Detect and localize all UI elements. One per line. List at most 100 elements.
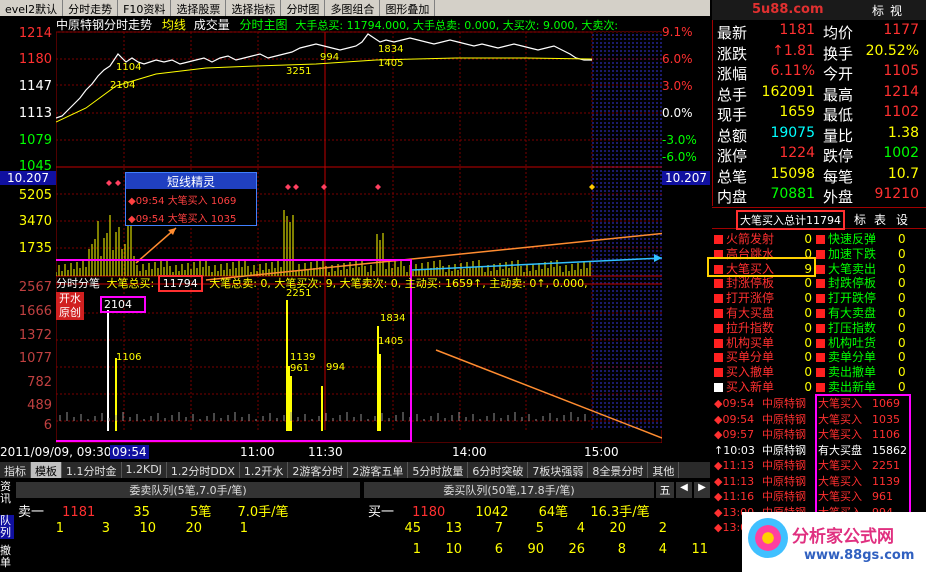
signal-checkbox[interactable] (816, 368, 825, 378)
event-time: ◆09:57 (714, 428, 755, 441)
signal-checkbox[interactable] (816, 309, 825, 318)
popup-row-2: ◆09:54 大笔买入 1035 (128, 214, 237, 225)
signal-checkbox[interactable] (714, 338, 723, 348)
prev-button[interactable]: ◀ (676, 482, 692, 498)
buy-head-c: 1042 (475, 505, 509, 520)
indicator-tab-11[interactable]: 8全景分时 (588, 462, 649, 478)
signal-checkbox[interactable] (816, 235, 825, 244)
event-stock: 中原特钢 (762, 443, 806, 457)
quote-value-3: 162091 (761, 83, 815, 100)
quote-label2-0: 均价 (823, 24, 854, 42)
summary-btn-setting[interactable]: 设 (896, 211, 908, 228)
signal-checkbox[interactable] (714, 323, 723, 333)
quote-value-4: 1659 (779, 104, 815, 120)
buy-head-e: 16.3手/笔 (590, 505, 650, 520)
quote-value2-7: 10.7 (887, 165, 919, 182)
signal-checkbox[interactable] (816, 294, 825, 304)
indicator-tab-1[interactable]: 模板 (31, 462, 62, 478)
indicator-tab-4[interactable]: 1.2分时DDX (167, 462, 240, 478)
menu-item-3[interactable]: 选择股票 (171, 0, 227, 16)
summary-btn-mark[interactable]: 标 (854, 211, 866, 228)
signal-checkbox[interactable] (714, 279, 723, 289)
lower-axis-2: 1666 (18, 304, 52, 319)
side-tab-cancel[interactable]: 撤单 (0, 545, 14, 569)
event-stock: 中原特钢 (762, 397, 806, 410)
five-button[interactable]: 五 (656, 482, 674, 498)
lower-pane-title: 分时分笔 大笔总买: 11794 大笔总卖: 0, 大笔买次: 9, 大笔卖次:… (56, 275, 588, 292)
quote-value-5: 19075 (770, 124, 815, 141)
menu-item-1[interactable]: 分时走势 (63, 0, 119, 16)
signal-checkbox[interactable] (816, 279, 825, 289)
price-axis-1: 1214 (18, 26, 52, 41)
quote-value-1: ↑1.81 (772, 42, 815, 59)
bar-label-1834: 1834 (380, 313, 406, 324)
pct-axis-3: 3.0% (662, 79, 693, 93)
indicator-tab-6[interactable]: 2游客分时 (288, 462, 349, 478)
event-stock: 中原特钢 (762, 459, 806, 472)
indicator-tab-5[interactable]: 1.2开水 (240, 462, 289, 478)
signal-checkbox[interactable] (714, 235, 723, 244)
quote-value2-1: 20.52% (865, 42, 919, 59)
indicator-tab-10[interactable]: 7板块强弱 (528, 462, 589, 478)
signal-checkbox[interactable] (816, 353, 825, 363)
quote-label-0: 最新 (717, 24, 748, 42)
short-signal-popup[interactable]: 短线精灵 ◆09:54 大笔买入 1069 ◆09:54 大笔买入 1035 (125, 172, 257, 226)
signal-checkbox[interactable] (714, 383, 723, 392)
side-tab-news[interactable]: 资讯 (0, 481, 14, 505)
indicator-tab-12[interactable]: 其他 (648, 462, 680, 478)
watermark: 分析家公式网 www.88gs.com (742, 512, 926, 572)
event-time: ◆09:54 (714, 397, 755, 410)
signal-checkbox[interactable] (816, 249, 825, 259)
lower-axis-3: 1372 (18, 328, 52, 343)
view-button[interactable]: 视 (890, 2, 902, 19)
indicator-tab-3[interactable]: 1.2KDJ (122, 462, 167, 478)
price-axis-2: 1180 (18, 52, 52, 67)
signal-checkbox[interactable] (816, 383, 825, 392)
vol-axis-1: 5205 (18, 188, 52, 203)
quote-value-2: 6.11% (770, 63, 815, 79)
indicator-tab-2[interactable]: 1.1分时金 (62, 462, 122, 478)
summary-btn-table[interactable]: 表 (874, 211, 886, 228)
summary-box[interactable]: 大笔买入总计11794 (736, 210, 845, 230)
signal-b-label: 卖出新单 (828, 380, 877, 394)
buy-queue-cell: 2 (658, 521, 667, 536)
indicator-tab-9[interactable]: 6分时突破 (468, 462, 529, 478)
price-axis-5: 1079 (18, 133, 52, 148)
quote-value-7: 15098 (770, 165, 815, 182)
bar-label-994: 994 (326, 362, 346, 373)
sell-head-b: 1181 (62, 505, 96, 520)
sell-queue-cell: 20 (185, 521, 202, 536)
sell-queue-cell: 1 (55, 521, 64, 536)
indicator-tabs: 指标 模板 1.1分时金 1.2KDJ 1.2分时DDX 1.2开水 2游客分时 2游客五单 5… (0, 462, 710, 478)
buy-queue-cell: 26 (568, 542, 585, 557)
menu-item-6[interactable]: 多图组合 (325, 0, 381, 16)
signal-checkbox[interactable] (816, 264, 825, 274)
kaishui-line-2: 原创 (59, 306, 81, 319)
menu-item-7[interactable]: 图形叠加 (380, 0, 436, 16)
sell-head-d: 5笔 (190, 505, 212, 520)
buy-queue-cell: 6 (494, 542, 503, 557)
buy-queue-row: 45 13 7 5 4 20 2 (380, 521, 710, 542)
next-button[interactable]: ▶ (694, 482, 710, 498)
signal-checkbox[interactable] (714, 353, 723, 363)
menu-item-0[interactable]: evel2默认 (0, 0, 64, 16)
menu-item-4[interactable]: 选择指标 (226, 0, 282, 16)
signal-checkbox[interactable] (816, 323, 825, 333)
lower-axis-6: 489 (27, 398, 52, 413)
mark-button[interactable]: 标 (872, 2, 884, 19)
indicator-tab-0[interactable]: 指标 (0, 462, 31, 478)
menu-item-2[interactable]: F10资料 (118, 0, 172, 16)
signal-checkbox[interactable] (816, 338, 825, 348)
logo-text: 5u88.com (752, 2, 824, 17)
event-stock: 中原特钢 (762, 428, 806, 441)
lower-axis-1: 2567 (18, 280, 52, 295)
indicator-tab-8[interactable]: 5分时放量 (408, 462, 469, 478)
signal-checkbox[interactable] (714, 294, 723, 304)
indicator-tab-7[interactable]: 2游客五单 (348, 462, 409, 478)
lower-title-b: 大笔总买: (106, 277, 155, 290)
signal-checkbox[interactable] (714, 309, 723, 318)
time-axis: 2011/09/09, 09:30 09:54 11:00 11:30 14:0… (0, 443, 662, 461)
menu-item-5[interactable]: 分时图 (281, 0, 326, 16)
signal-checkbox[interactable] (714, 368, 723, 378)
side-tab-queue[interactable]: 队列 (0, 515, 14, 539)
